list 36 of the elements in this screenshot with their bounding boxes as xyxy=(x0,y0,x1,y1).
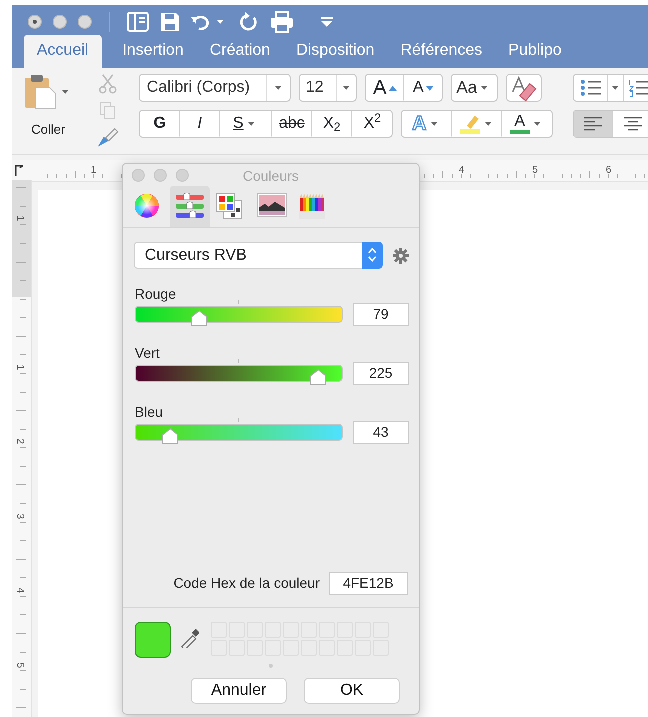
font-size-button[interactable]: A xyxy=(366,75,404,101)
ruler-number: 5 xyxy=(13,662,26,668)
format-button[interactable]: A xyxy=(502,111,552,137)
slider-label: Vert xyxy=(135,344,161,360)
hex-field[interactable]: 4FE12B xyxy=(329,572,408,595)
mode-select[interactable]: Curseurs RVB xyxy=(134,242,383,269)
ruler-number: 4 xyxy=(459,164,465,178)
font-name-field[interactable]: Calibri (Corps) xyxy=(139,74,291,102)
change-case-button[interactable]: Aa xyxy=(451,74,498,102)
format-button[interactable]: abc xyxy=(272,111,312,137)
font-size-field[interactable]: 12 xyxy=(299,74,357,102)
format-button[interactable]: X$_{2}$ xyxy=(312,111,352,137)
font-size-button[interactable]: A xyxy=(404,75,442,101)
ruler-number: 1 xyxy=(13,364,26,370)
slider-label: Rouge xyxy=(135,285,178,301)
ribbon-tab[interactable]: Accueil xyxy=(24,35,102,68)
dialog-title: Couleurs xyxy=(242,167,300,186)
format-button[interactable]: G xyxy=(140,111,180,137)
ruler-number: 1 xyxy=(13,216,26,222)
paste-label[interactable]: Coller xyxy=(32,120,66,140)
ruler-number: 3 xyxy=(13,513,26,519)
format-button[interactable]: S xyxy=(220,111,272,137)
value-field[interactable]: 79 xyxy=(353,303,409,326)
ruler-number: 1 xyxy=(91,164,97,178)
format-button[interactable]: I xyxy=(180,111,220,137)
ruler-number: 2 xyxy=(13,438,26,444)
slider-label: Bleu xyxy=(135,403,164,419)
ruler-number: 4 xyxy=(13,588,26,594)
format-button[interactable]: X$^{2}$ xyxy=(352,111,392,137)
hex-label: Code Hex de la couleur xyxy=(174,574,320,593)
ruler-number: 6 xyxy=(606,164,612,178)
ruler-number: 5 xyxy=(532,164,538,178)
ok-button[interactable]: OK xyxy=(304,678,400,704)
cancel-button[interactable]: Annuler xyxy=(191,678,287,704)
value-field[interactable]: 225 xyxy=(353,362,409,385)
value-field[interactable]: 43 xyxy=(353,421,409,444)
